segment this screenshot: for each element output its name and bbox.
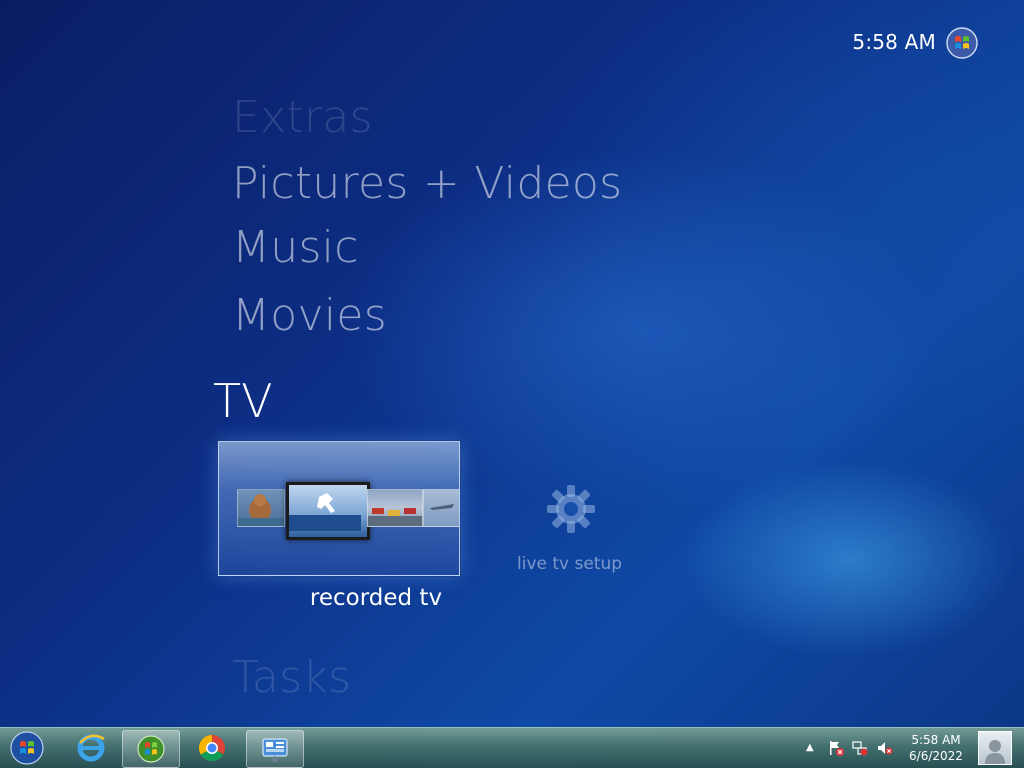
user-avatar-icon[interactable] bbox=[978, 731, 1012, 765]
taskbar-clock[interactable]: 5:58 AM 6/6/2022 bbox=[906, 732, 966, 764]
media-center-icon bbox=[137, 735, 165, 763]
menu-item-tasks[interactable]: Tasks bbox=[232, 652, 351, 703]
media-center-window: 5:58 AM Extras Pictures + Videos Music M… bbox=[0, 0, 1024, 768]
volume-muted-icon[interactable] bbox=[877, 740, 893, 759]
menu-item-movies[interactable]: Movies bbox=[232, 290, 387, 341]
media-center-clock: 5:58 AM bbox=[852, 30, 936, 54]
taskbar-time: 5:58 AM bbox=[911, 733, 961, 747]
menu-item-music[interactable]: Music bbox=[232, 222, 359, 273]
recorded-show-thumbnail bbox=[423, 489, 459, 527]
live-tv-setup-label[interactable]: live tv setup bbox=[517, 554, 622, 574]
recorded-tv-tile[interactable] bbox=[218, 441, 460, 576]
windows-orb-icon[interactable] bbox=[946, 27, 978, 59]
taskbar-internet-explorer[interactable] bbox=[66, 730, 116, 766]
taskbar: ▲ 5:58 AM 6/6/2022 bbox=[0, 727, 1024, 768]
action-center-flag-icon[interactable] bbox=[828, 740, 844, 759]
start-orb-icon bbox=[10, 731, 44, 765]
menu-item-tv[interactable]: TV bbox=[213, 374, 273, 428]
gear-icon[interactable] bbox=[543, 481, 599, 537]
recorded-show-thumbnail bbox=[237, 489, 285, 527]
chrome-icon bbox=[198, 734, 225, 762]
taskbar-chrome[interactable] bbox=[186, 730, 238, 766]
taskbar-control-panel[interactable] bbox=[246, 730, 304, 768]
taskbar-media-center[interactable] bbox=[122, 730, 180, 768]
taskbar-date: 6/6/2022 bbox=[909, 749, 963, 763]
network-icon[interactable] bbox=[852, 740, 868, 759]
menu-item-pictures-videos[interactable]: Pictures + Videos bbox=[232, 158, 622, 209]
internet-explorer-icon bbox=[77, 734, 105, 762]
recorded-tv-label: recorded tv bbox=[309, 585, 443, 611]
recorded-show-thumbnail bbox=[367, 489, 423, 527]
show-hidden-icons-arrow-icon[interactable]: ▲ bbox=[806, 742, 814, 753]
control-panel-icon bbox=[262, 738, 288, 762]
recorded-show-thumbnail-selected bbox=[286, 482, 370, 540]
start-button[interactable] bbox=[4, 730, 50, 766]
menu-item-extras[interactable]: Extras bbox=[232, 92, 373, 143]
